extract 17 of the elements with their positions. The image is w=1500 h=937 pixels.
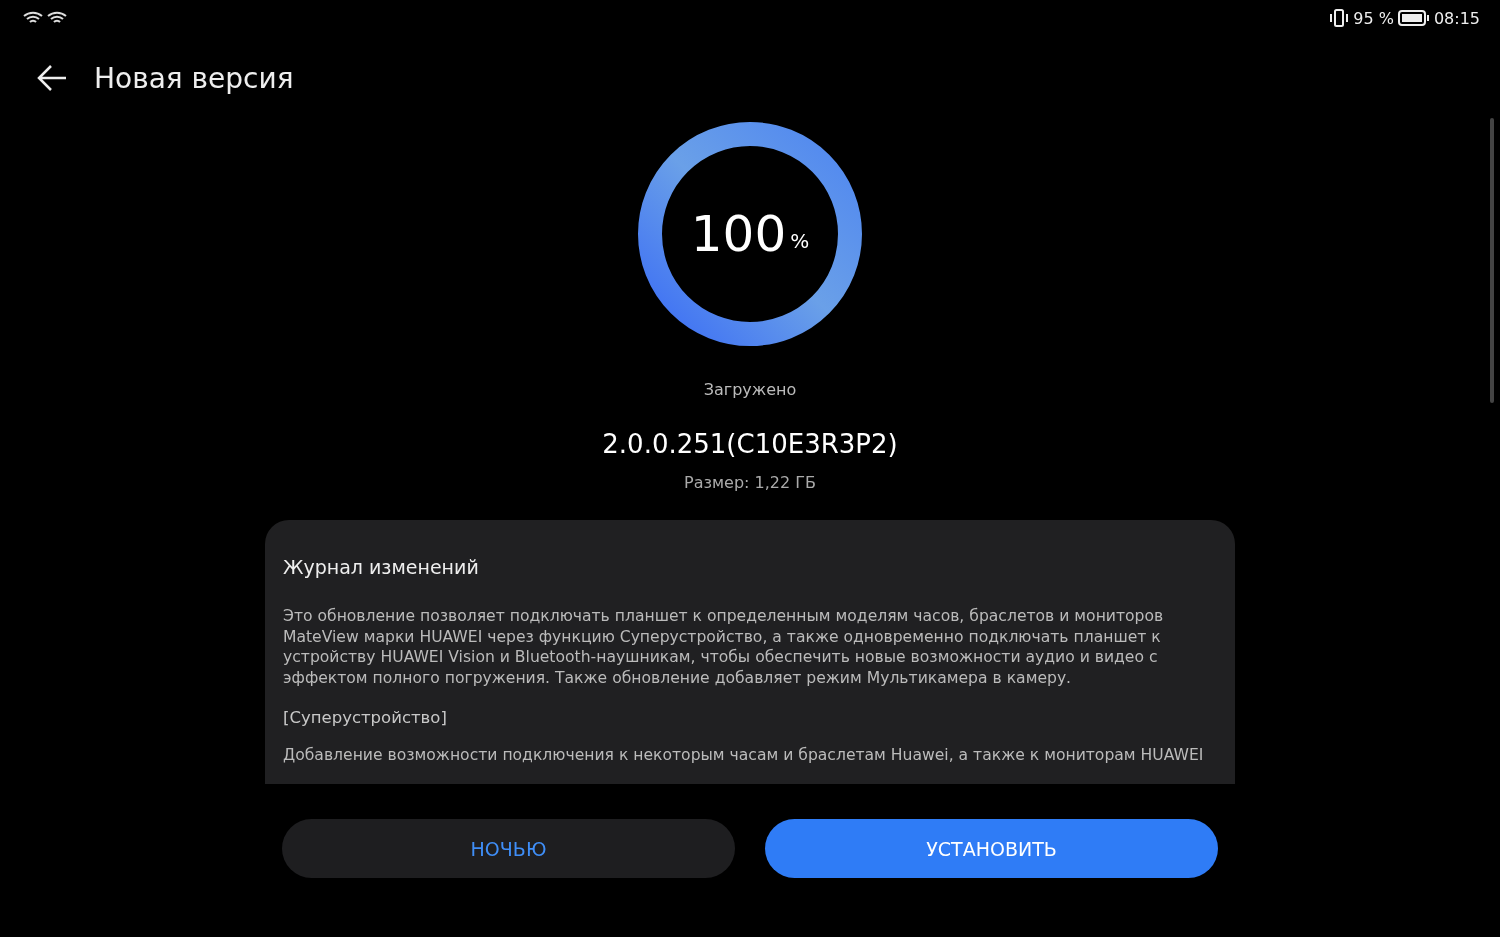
clock: 08:15 [1433, 8, 1480, 28]
page-title: Новая версия [94, 61, 294, 95]
changelog-paragraph: Это обновление позволяет подключать планшет к определенным моделям часов, браслетов и мониторов MateView марки HUAWEI через функцию Суперустройство, а также одновременно подключать планшет к устройству HUAWEI Vision и Bluetooth-наушникам, чтобы обеспечить новые возможности аудио и видео с эффектом полного погружения. Также обновление добавляет режим Мультикамера в камеру. [283, 606, 1165, 688]
vibrate-icon [1329, 9, 1350, 27]
section-heading: [Суперустройство] [283, 708, 448, 729]
changelog-paragraph: Добавление возможности подключения к некоторым часам и браслетам Huawei, а также к мониторам HUAWEI [283, 744, 1205, 765]
install-button[interactable]: УСТАНОВИТЬ [765, 819, 1218, 878]
update-size: Размер: 1,22 ГБ [684, 473, 816, 492]
progress-value: 100 [690, 205, 787, 263]
download-status: Загружено [703, 380, 797, 399]
back-arrow-icon[interactable] [36, 64, 68, 92]
battery-percent: 95 % [1353, 8, 1394, 28]
changelog-title: Журнал изменений [283, 556, 480, 578]
battery-icon [1397, 10, 1430, 26]
percent-sign: % [790, 229, 810, 253]
tonight-button[interactable]: НОЧЬЮ [282, 819, 735, 878]
version-number: 2.0.0.251(C10E3R3P2) [602, 429, 898, 459]
